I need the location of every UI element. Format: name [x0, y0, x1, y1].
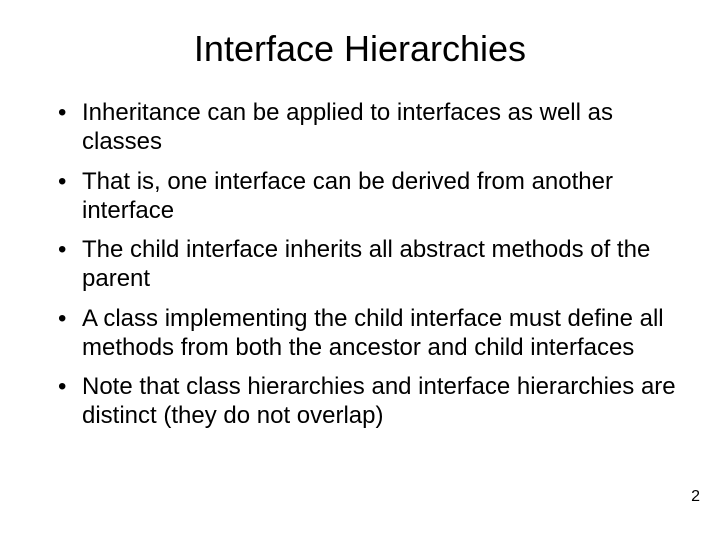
list-item: Inheritance can be applied to interfaces…	[58, 98, 680, 157]
slide: Interface Hierarchies Inheritance can be…	[0, 0, 720, 540]
list-item: That is, one interface can be derived fr…	[58, 167, 680, 226]
page-number: 2	[691, 488, 700, 506]
list-item: A class implementing the child interface…	[58, 304, 680, 363]
list-item: The child interface inherits all abstrac…	[58, 235, 680, 294]
bullet-list: Inheritance can be applied to interfaces…	[40, 98, 680, 431]
list-item: Note that class hierarchies and interfac…	[58, 372, 680, 431]
slide-title: Interface Hierarchies	[40, 28, 680, 70]
